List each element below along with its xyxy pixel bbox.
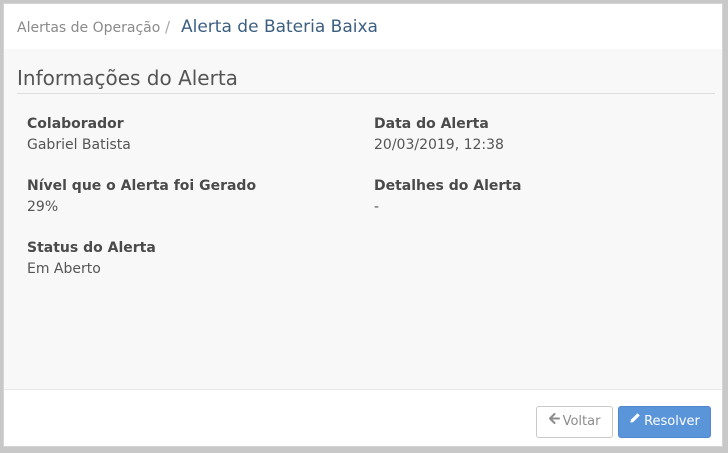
alert-level-label: Nível que o Alerta foi Gerado (27, 178, 257, 194)
breadcrumb-separator: / (165, 18, 171, 36)
collaborator-value: Gabriel Batista (27, 137, 131, 153)
pencil-icon (629, 406, 641, 436)
alert-details-value: - (374, 199, 380, 215)
breadcrumb-link-operation-alerts[interactable]: Alertas de Operação (17, 18, 160, 38)
alert-level-value: 29% (27, 199, 59, 215)
alert-date-value: 20/03/2019, 12:38 (374, 137, 504, 153)
alert-status-value: Em Aberto (27, 261, 101, 277)
alert-details-panel: Alertas de Operação / Alerta de Bateria … (3, 3, 723, 447)
collaborator-label: Colaborador (27, 116, 124, 132)
breadcrumb-current-page: Alerta de Bateria Baixa (181, 17, 378, 37)
back-button[interactable]: Voltar (536, 406, 613, 438)
section-divider (17, 93, 715, 94)
panel-footer: Voltar Resolver (4, 389, 722, 446)
section-title: Informações do Alerta (17, 66, 238, 90)
alert-details-label: Detalhes do Alerta (374, 178, 522, 194)
arrow-left-icon (548, 406, 560, 436)
resolve-button[interactable]: Resolver (618, 406, 711, 438)
resolve-button-label: Resolver (644, 414, 700, 429)
breadcrumb: Alertas de Operação / Alerta de Bateria … (4, 4, 722, 49)
back-button-label: Voltar (562, 414, 601, 429)
alert-status-label: Status do Alerta (27, 240, 156, 256)
alert-date-label: Data do Alerta (374, 116, 489, 132)
